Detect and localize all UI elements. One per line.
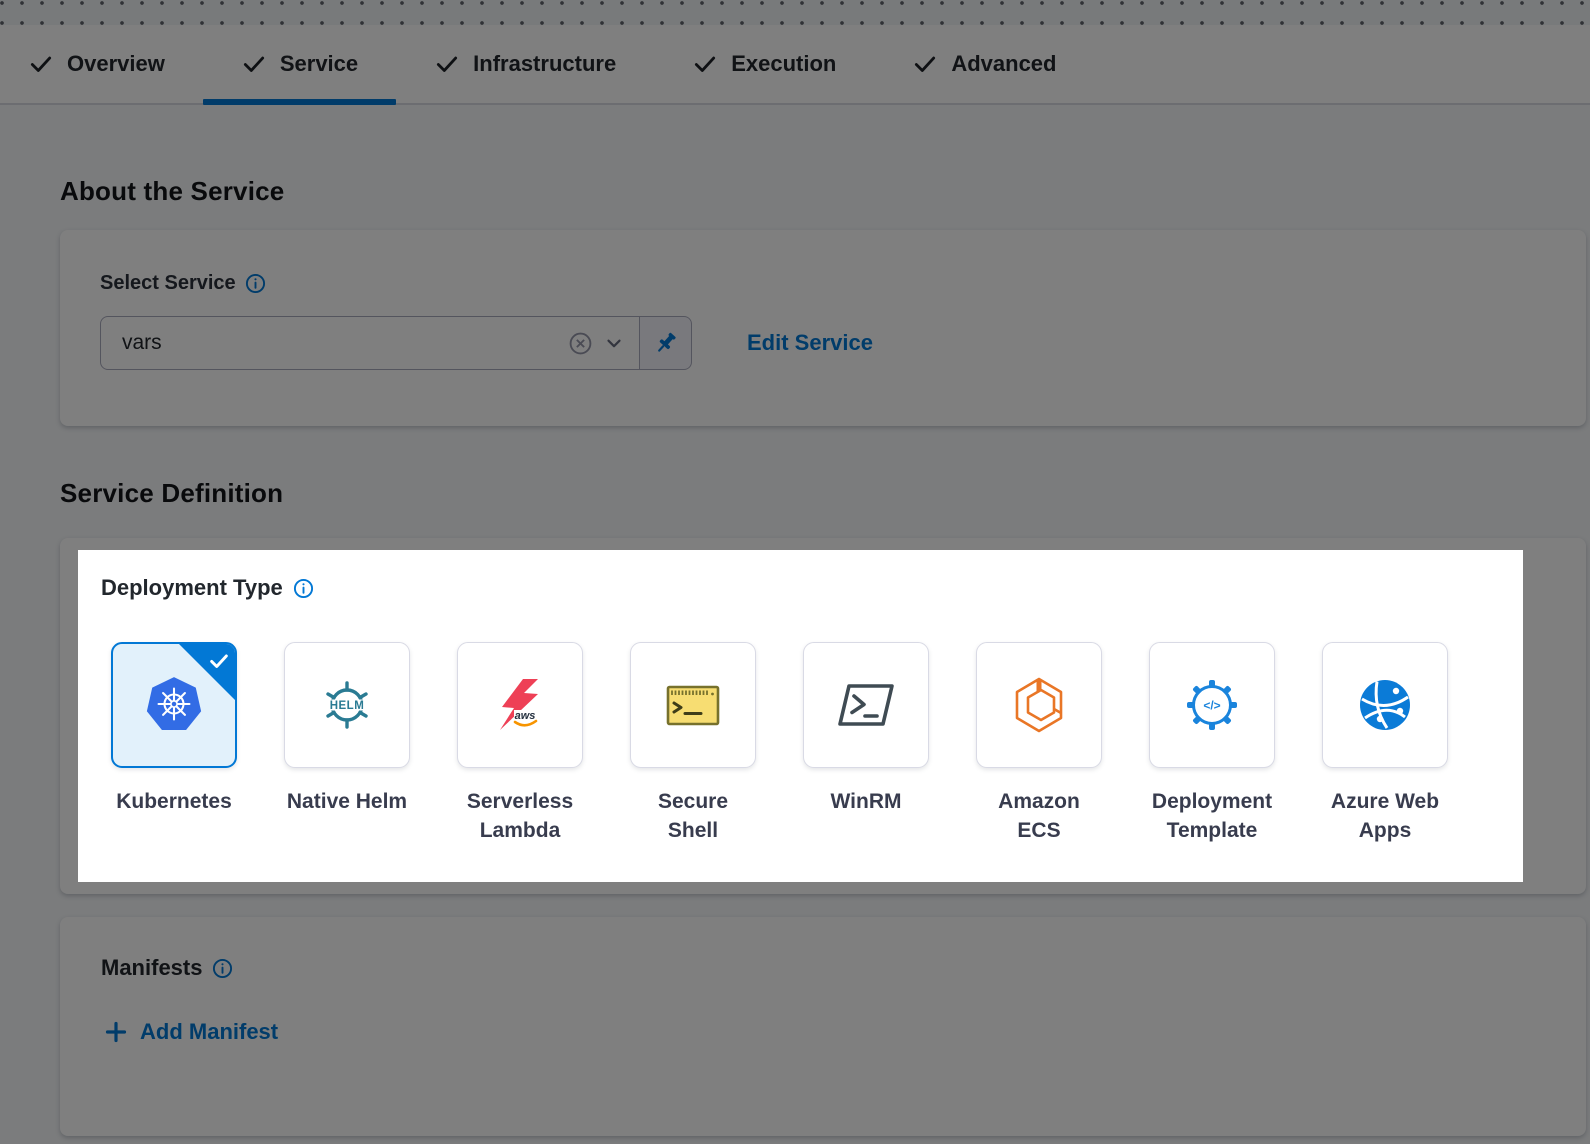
- edit-service-link[interactable]: Edit Service: [747, 330, 873, 356]
- tab-overview[interactable]: Overview: [0, 25, 203, 103]
- plus-icon: [104, 1020, 128, 1044]
- tile-deployment-template[interactable]: </>: [1149, 642, 1275, 768]
- deployment-option-deployment-template: </> Deployment Template: [1149, 642, 1275, 845]
- deployment-type-label: Deployment Type: [101, 575, 283, 601]
- tile-serverless-lambda[interactable]: aws: [457, 642, 583, 768]
- amazon-ecs-icon: [1007, 673, 1071, 737]
- check-icon: [28, 51, 54, 77]
- tile-label: Secure Shell: [632, 787, 754, 845]
- kubernetes-icon: [141, 672, 207, 738]
- select-service-label: Select Service: [100, 272, 236, 295]
- svg-text:</>: </>: [1203, 699, 1220, 713]
- svg-text:aws: aws: [515, 710, 536, 722]
- tile-label: Azure Web Apps: [1324, 787, 1446, 845]
- deployment-option-kubernetes: Kubernetes: [111, 642, 237, 845]
- tile-label: Kubernetes: [113, 787, 235, 816]
- about-service-card: Select Service: [60, 230, 1586, 426]
- tile-secure-shell[interactable]: [630, 642, 756, 768]
- tab-label: Execution: [731, 51, 836, 77]
- deployment-option-winrm: WinRM: [803, 642, 929, 845]
- deployment-type-panel: Deployment Type: [78, 550, 1523, 882]
- select-service-label-row: Select Service: [100, 272, 266, 295]
- helm-icon: HELM: [315, 673, 379, 737]
- tile-kubernetes[interactable]: [111, 642, 237, 768]
- check-icon: [912, 51, 938, 77]
- tab-label: Overview: [67, 51, 165, 77]
- tile-label: Deployment Template: [1151, 787, 1273, 845]
- tile-label: Serverless Lambda: [459, 787, 581, 845]
- tile-azure-web-apps[interactable]: [1322, 642, 1448, 768]
- tile-label: WinRM: [805, 787, 927, 816]
- circle-x-icon[interactable]: [568, 331, 593, 356]
- check-icon: [241, 51, 267, 77]
- service-select[interactable]: [100, 316, 640, 370]
- tile-label: Native Helm: [286, 787, 408, 816]
- manifests-heading-row: Manifests: [101, 955, 233, 981]
- check-icon: [692, 51, 718, 77]
- deployment-option-secure-shell: Secure Shell: [630, 642, 756, 845]
- pipeline-canvas-strip: [0, 0, 1590, 25]
- tab-advanced[interactable]: Advanced: [874, 25, 1094, 103]
- info-icon[interactable]: [293, 578, 314, 599]
- deployment-type-tiles: Kubernetes HELM Native Helm: [111, 642, 1448, 845]
- deployment-option-azure-web-apps: Azure Web Apps: [1322, 642, 1448, 845]
- info-icon[interactable]: [212, 958, 233, 979]
- service-definition-heading: Service Definition: [60, 478, 283, 509]
- info-icon[interactable]: [245, 273, 266, 294]
- svg-text:HELM: HELM: [330, 700, 365, 712]
- chevron-down-icon[interactable]: [603, 332, 625, 354]
- tab-execution[interactable]: Execution: [654, 25, 874, 103]
- service-select-input[interactable]: [122, 331, 558, 355]
- tile-native-helm[interactable]: HELM: [284, 642, 410, 768]
- manifests-heading: Manifests: [101, 955, 202, 981]
- corner-check-icon: [208, 650, 230, 672]
- winrm-icon: [834, 673, 898, 737]
- deployment-option-serverless-lambda: aws Serverless Lambda: [457, 642, 583, 845]
- tab-label: Advanced: [951, 51, 1056, 77]
- tile-label: Amazon ECS: [978, 787, 1100, 845]
- tab-label: Service: [280, 51, 358, 77]
- add-manifest-label: Add Manifest: [140, 1019, 278, 1045]
- secure-shell-icon: [661, 673, 725, 737]
- deployment-type-heading-row: Deployment Type: [101, 575, 314, 601]
- add-manifest-button[interactable]: Add Manifest: [104, 1019, 278, 1045]
- tab-infrastructure[interactable]: Infrastructure: [396, 25, 654, 103]
- serverless-lambda-icon: aws: [488, 673, 552, 737]
- deployment-option-amazon-ecs: Amazon ECS: [976, 642, 1102, 845]
- deployment-option-native-helm: HELM Native Helm: [284, 642, 410, 845]
- azure-web-apps-icon: [1353, 673, 1417, 737]
- tile-amazon-ecs[interactable]: [976, 642, 1102, 768]
- tab-label: Infrastructure: [473, 51, 616, 77]
- manifests-card: Manifests Add Manifest: [60, 917, 1586, 1136]
- tile-winrm[interactable]: [803, 642, 929, 768]
- about-service-heading: About the Service: [60, 176, 284, 207]
- pin-icon: [653, 330, 679, 356]
- check-icon: [434, 51, 460, 77]
- deployment-template-icon: </>: [1180, 673, 1244, 737]
- select-service-row: Edit Service: [100, 316, 873, 370]
- tab-service[interactable]: Service: [203, 25, 396, 103]
- pin-button[interactable]: [640, 316, 692, 370]
- service-config-page: Overview Service Infrastructure Executio…: [0, 0, 1590, 1144]
- stage-tabs: Overview Service Infrastructure Executio…: [0, 25, 1590, 105]
